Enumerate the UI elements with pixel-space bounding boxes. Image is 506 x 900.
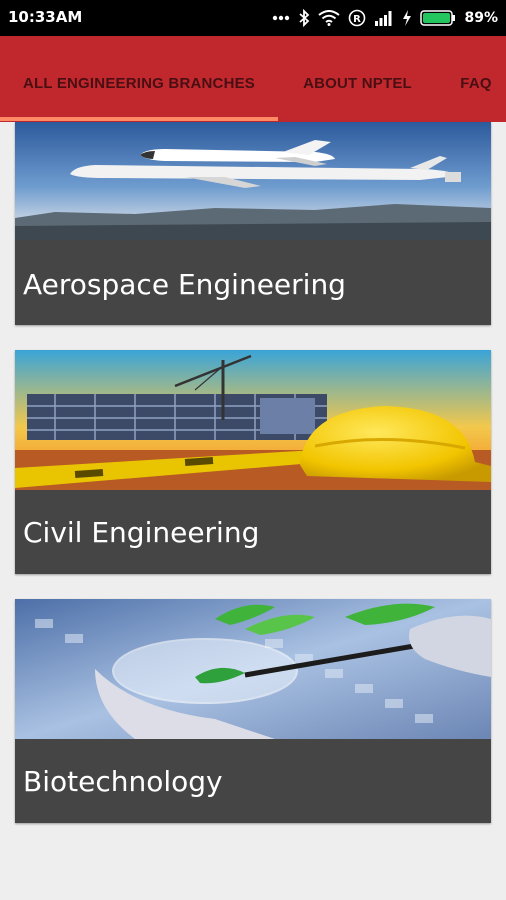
civil-image: [15, 350, 491, 490]
signal-icon: [374, 10, 394, 26]
biotechnology-image: [15, 599, 491, 739]
branch-title: Biotechnology: [23, 765, 223, 798]
svg-text:R: R: [354, 14, 362, 25]
bluetooth-icon: [298, 9, 310, 27]
status-bar: 10:33AM R 89%: [0, 0, 506, 36]
active-tab-indicator: [0, 117, 278, 121]
registered-icon: R: [348, 9, 366, 27]
status-icons: R 89%: [272, 8, 498, 28]
wifi-icon: [318, 10, 341, 26]
tab-faq[interactable]: FAQ: [446, 36, 506, 122]
branch-card-biotechnology[interactable]: Biotechnology: [15, 599, 491, 823]
branch-title: Aerospace Engineering: [23, 268, 346, 301]
branch-title: Civil Engineering: [23, 516, 260, 549]
aerospace-image: [15, 122, 491, 240]
battery-icon: [420, 10, 456, 26]
branch-card-civil[interactable]: Civil Engineering: [15, 350, 491, 574]
tab-bar: ALL ENGINEERING BRANCHES ABOUT NPTEL FAQ: [0, 36, 506, 122]
tab-all-engineering-branches[interactable]: ALL ENGINEERING BRANCHES: [0, 36, 278, 122]
charging-bolt-icon: [402, 10, 412, 26]
status-time: 10:33AM: [8, 8, 83, 26]
battery-percent: 89%: [464, 10, 498, 26]
branch-card-aerospace[interactable]: Aerospace Engineering: [15, 122, 491, 325]
more-dots-icon: [272, 15, 290, 21]
tab-about-nptel[interactable]: ABOUT NPTEL: [285, 36, 430, 122]
